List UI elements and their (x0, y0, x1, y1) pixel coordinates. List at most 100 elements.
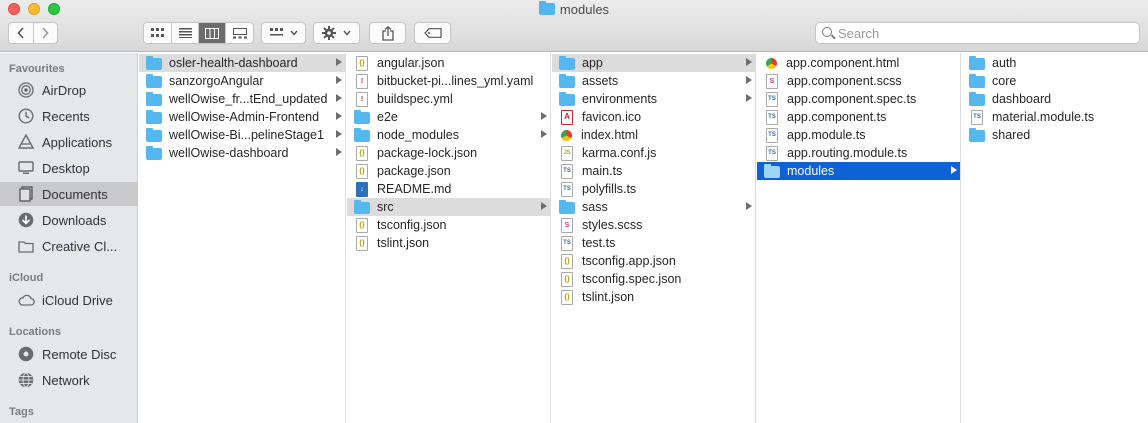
disclosure-arrow-icon (336, 112, 342, 120)
file-item[interactable]: JS karma.conf.js (552, 144, 755, 162)
file-item[interactable]: TS app.component.ts (757, 108, 960, 126)
forward-button[interactable] (34, 23, 58, 43)
file-item[interactable]: TS app.component.spec.ts (757, 90, 960, 108)
folder-item[interactable]: environments (552, 90, 755, 108)
browser-column-2: {} angular.json! bitbucket-pi...lines_yml.… (347, 53, 551, 423)
sidebar-item-documents[interactable]: Documents (0, 182, 138, 206)
file-item[interactable]: {} tsconfig.json (347, 216, 550, 234)
item-name: styles.scss (582, 218, 643, 232)
back-button[interactable] (9, 23, 34, 43)
window-title: modules (0, 1, 1148, 17)
item-name: shared (992, 128, 1031, 142)
folder-item[interactable]: osler-health-dashboard (139, 54, 345, 72)
disclosure-arrow-icon (951, 166, 957, 174)
folder-item[interactable]: modules (757, 162, 960, 180)
tag-icon (423, 28, 442, 38)
folder-item[interactable]: core (962, 72, 1148, 90)
globe-icon (17, 371, 35, 389)
typescript-file-icon: TS (561, 163, 573, 179)
folder-icon (354, 110, 370, 124)
item-name: dashboard (992, 92, 1052, 106)
folder-item[interactable]: wellOwise-dashboard (139, 144, 345, 162)
file-item[interactable]: TS app.routing.module.ts (757, 144, 960, 162)
sidebar-heading-icloud: iCloud (9, 272, 44, 284)
file-item[interactable]: ! buildspec.yml (347, 90, 550, 108)
file-item[interactable]: TS app.module.ts (757, 126, 960, 144)
file-item[interactable]: {} package.json (347, 162, 550, 180)
icon-view-button[interactable] (144, 23, 172, 43)
javascript-file-icon: JS (561, 145, 573, 161)
file-item[interactable]: {} tslint.json (347, 234, 550, 252)
folder-item[interactable]: src (347, 198, 550, 216)
file-item[interactable]: {} tsconfig.app.json (552, 252, 755, 270)
folder-item[interactable]: shared (962, 126, 1148, 144)
file-item[interactable]: ! bitbucket-pi...lines_yml.yaml (347, 72, 550, 90)
file-item[interactable]: index.html (552, 126, 755, 144)
folder-item[interactable]: e2e (347, 108, 550, 126)
folder-item[interactable]: node_modules (347, 126, 550, 144)
sidebar-heading-favourites: Favourites (9, 63, 65, 75)
folder-item[interactable]: wellOwise_fr...tEnd_updated (139, 90, 345, 108)
disclosure-arrow-icon (746, 58, 752, 66)
group-by-button[interactable] (261, 22, 306, 44)
sidebar-item-airdrop[interactable]: AirDrop (0, 78, 138, 102)
file-item[interactable]: TS main.ts (552, 162, 755, 180)
sidebar-item-label: Desktop (42, 160, 90, 176)
browser-column-1: osler-health-dashboard sanzorgoAngular wel… (139, 53, 346, 423)
search-field[interactable] (815, 22, 1140, 44)
folder-item[interactable]: sanzorgoAngular (139, 72, 345, 90)
folder-item[interactable]: app (552, 54, 755, 72)
search-input[interactable] (838, 26, 1128, 41)
folder-icon (969, 128, 985, 142)
file-item[interactable]: Afavicon.ico (552, 108, 755, 126)
sidebar-item-remote-disc[interactable]: Remote Disc (0, 342, 138, 366)
sidebar-item-desktop[interactable]: Desktop (0, 156, 138, 180)
disclosure-arrow-icon (541, 130, 547, 138)
gallery-view-button[interactable] (226, 23, 253, 43)
item-name: tsconfig.json (377, 218, 447, 232)
file-item[interactable]: TS test.ts (552, 234, 755, 252)
file-item[interactable]: {} tsconfig.spec.json (552, 270, 755, 288)
action-menu-button[interactable] (313, 22, 360, 44)
sidebar-item-label: Network (42, 372, 90, 388)
file-item[interactable]: {} package-lock.json (347, 144, 550, 162)
folder-item[interactable]: auth (962, 54, 1148, 72)
file-item[interactable]: Sapp.component.scss (757, 72, 960, 90)
folder-icon (559, 200, 575, 214)
folder-item[interactable]: sass (552, 198, 755, 216)
file-item[interactable]: app.component.html (757, 54, 960, 72)
sidebar-item-downloads[interactable]: Downloads (0, 208, 138, 232)
disclosure-arrow-icon (336, 76, 342, 84)
edit-tags-button[interactable] (414, 22, 451, 44)
sidebar-item-creative-cloud[interactable]: Creative Cl... (0, 234, 138, 258)
list-view-button[interactable] (172, 23, 199, 43)
sidebar-item-network[interactable]: Network (0, 368, 138, 392)
item-name: tsconfig.spec.json (582, 272, 682, 286)
folder-item[interactable]: wellOwise-Admin-Frontend (139, 108, 345, 126)
share-button[interactable] (369, 22, 406, 44)
sidebar-item-label: AirDrop (42, 82, 87, 98)
folder-icon (764, 164, 780, 178)
file-item[interactable]: ↓ README.md (347, 180, 550, 198)
file-item[interactable]: TS material.module.ts (962, 108, 1148, 126)
file-item[interactable]: {} angular.json (347, 54, 550, 72)
item-name: wellOwise-Admin-Frontend (169, 110, 320, 124)
folder-icon (538, 1, 555, 15)
column-view-button[interactable] (199, 23, 226, 43)
folder-item[interactable]: dashboard (962, 90, 1148, 108)
disclosure-arrow-icon (746, 202, 752, 210)
sidebar-item-icloud-drive[interactable]: iCloud Drive (0, 288, 138, 312)
sidebar-item-applications[interactable]: Applications (0, 130, 138, 154)
search-icon (822, 27, 832, 37)
browser-column-4: app.component.html Sapp.component.scss TS a… (757, 53, 961, 423)
folder-icon (559, 56, 575, 70)
file-item[interactable]: TS polyfills.ts (552, 180, 755, 198)
file-item[interactable]: {} tslint.json (552, 288, 755, 306)
browser-column-5: auth core dashboard TS material.module.ts sha… (962, 53, 1148, 423)
sidebar-item-recents[interactable]: Recents (0, 104, 138, 128)
file-item[interactable]: Sstyles.scss (552, 216, 755, 234)
folder-icon (146, 110, 162, 124)
folder-item[interactable]: assets (552, 72, 755, 90)
item-name: polyfills.ts (582, 182, 637, 196)
folder-item[interactable]: wellOwise-Bi...pelineStage1 (139, 126, 345, 144)
